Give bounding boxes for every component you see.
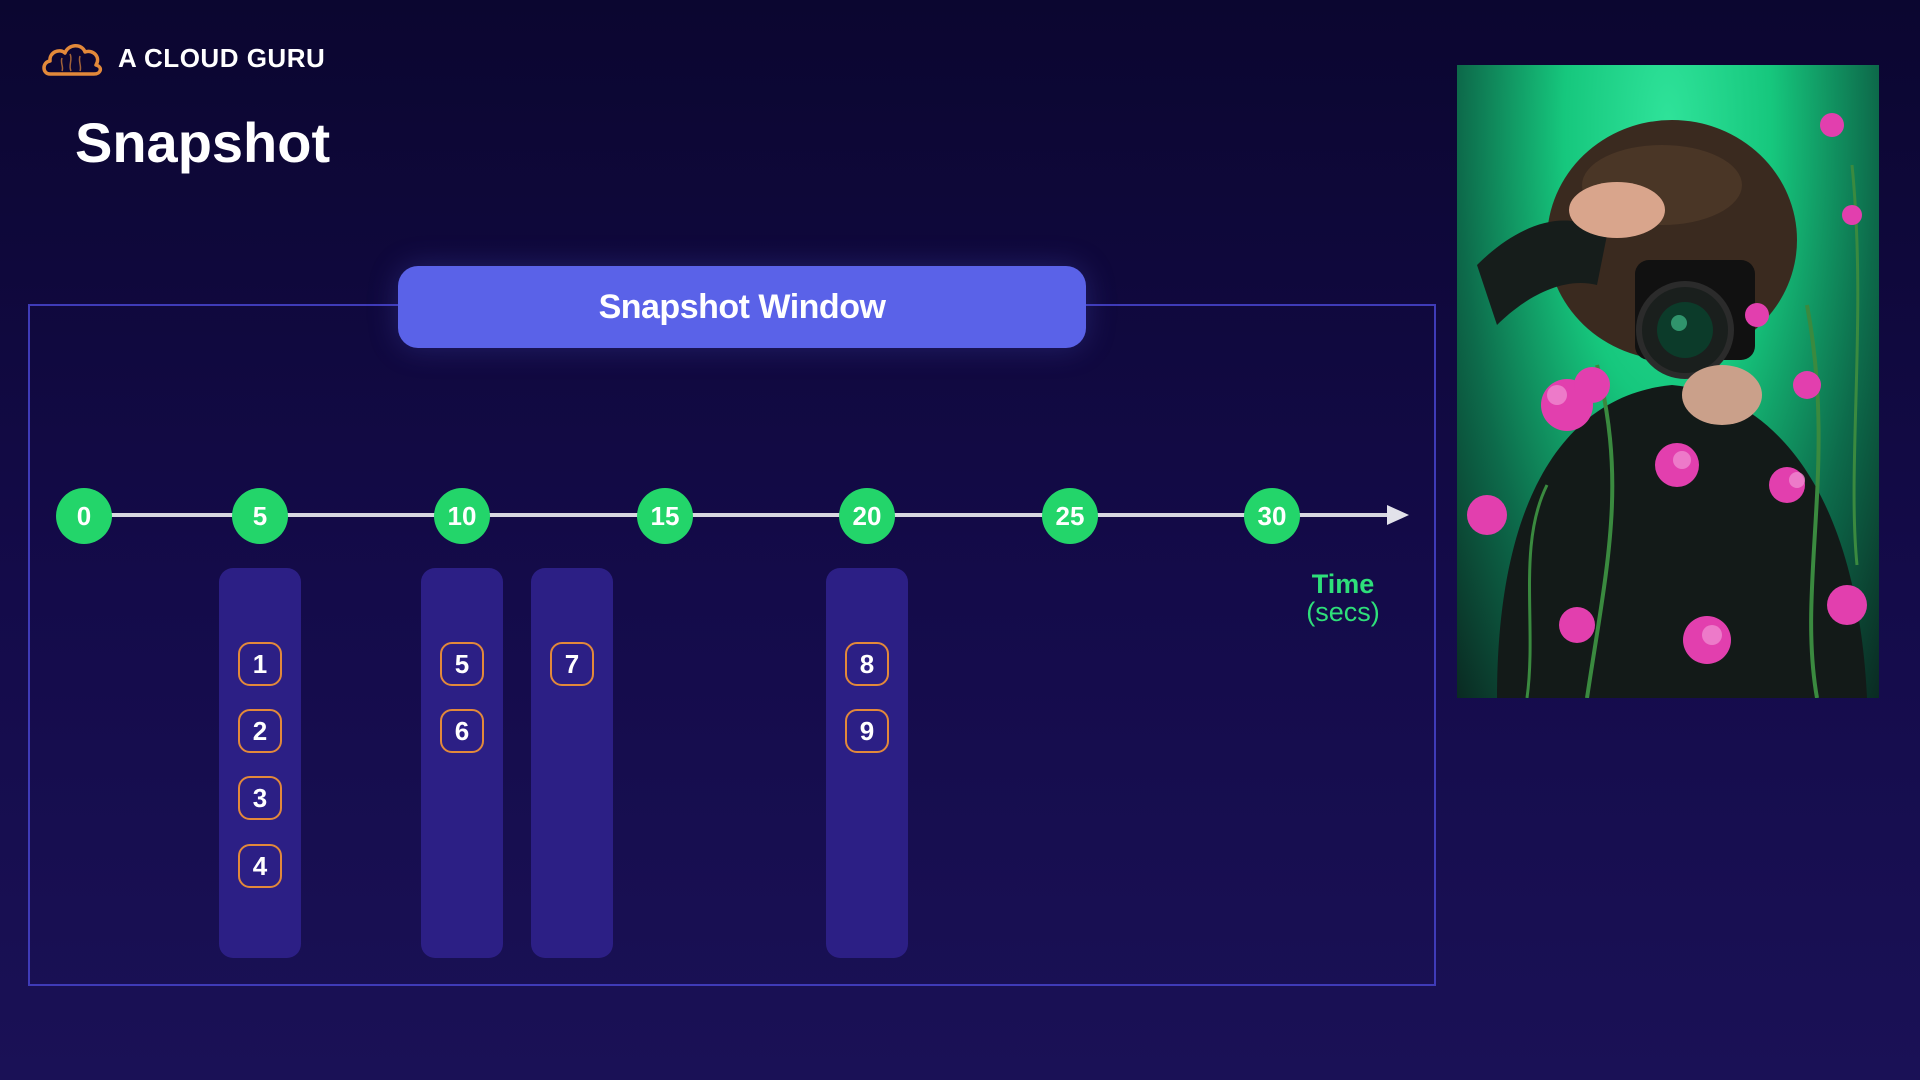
event-column-3 [531,568,613,958]
event-box: 4 [238,844,282,888]
snapshot-window-label: Snapshot Window [398,266,1086,348]
axis-tick-5: 5 [232,488,288,544]
event-column-4 [826,568,908,958]
axis-tick-20: 20 [839,488,895,544]
event-box: 9 [845,709,889,753]
event-box: 5 [440,642,484,686]
time-axis-unit: (secs) [1306,597,1380,627]
cloud-logo-icon [42,44,103,76]
time-axis-title: Time [1311,569,1375,599]
time-axis-label: Time (secs) [1300,570,1386,626]
event-box: 3 [238,776,282,820]
arrow-right-icon [1387,505,1409,525]
brand-logo: A CLOUD GURU [40,36,325,80]
axis-tick-0: 0 [56,488,112,544]
brand-name: A CLOUD GURU [118,42,326,73]
page-title: Snapshot [75,111,331,174]
event-column-1 [219,568,301,958]
axis-tick-15: 15 [637,488,693,544]
event-box: 7 [550,642,594,686]
photographer-image [1457,65,1879,698]
event-column-2 [421,568,503,958]
event-box: 2 [238,709,282,753]
axis-tick-25: 25 [1042,488,1098,544]
axis-tick-10: 10 [434,488,490,544]
axis-tick-30: 30 [1244,488,1300,544]
event-box: 6 [440,709,484,753]
event-box: 1 [238,642,282,686]
event-box: 8 [845,642,889,686]
